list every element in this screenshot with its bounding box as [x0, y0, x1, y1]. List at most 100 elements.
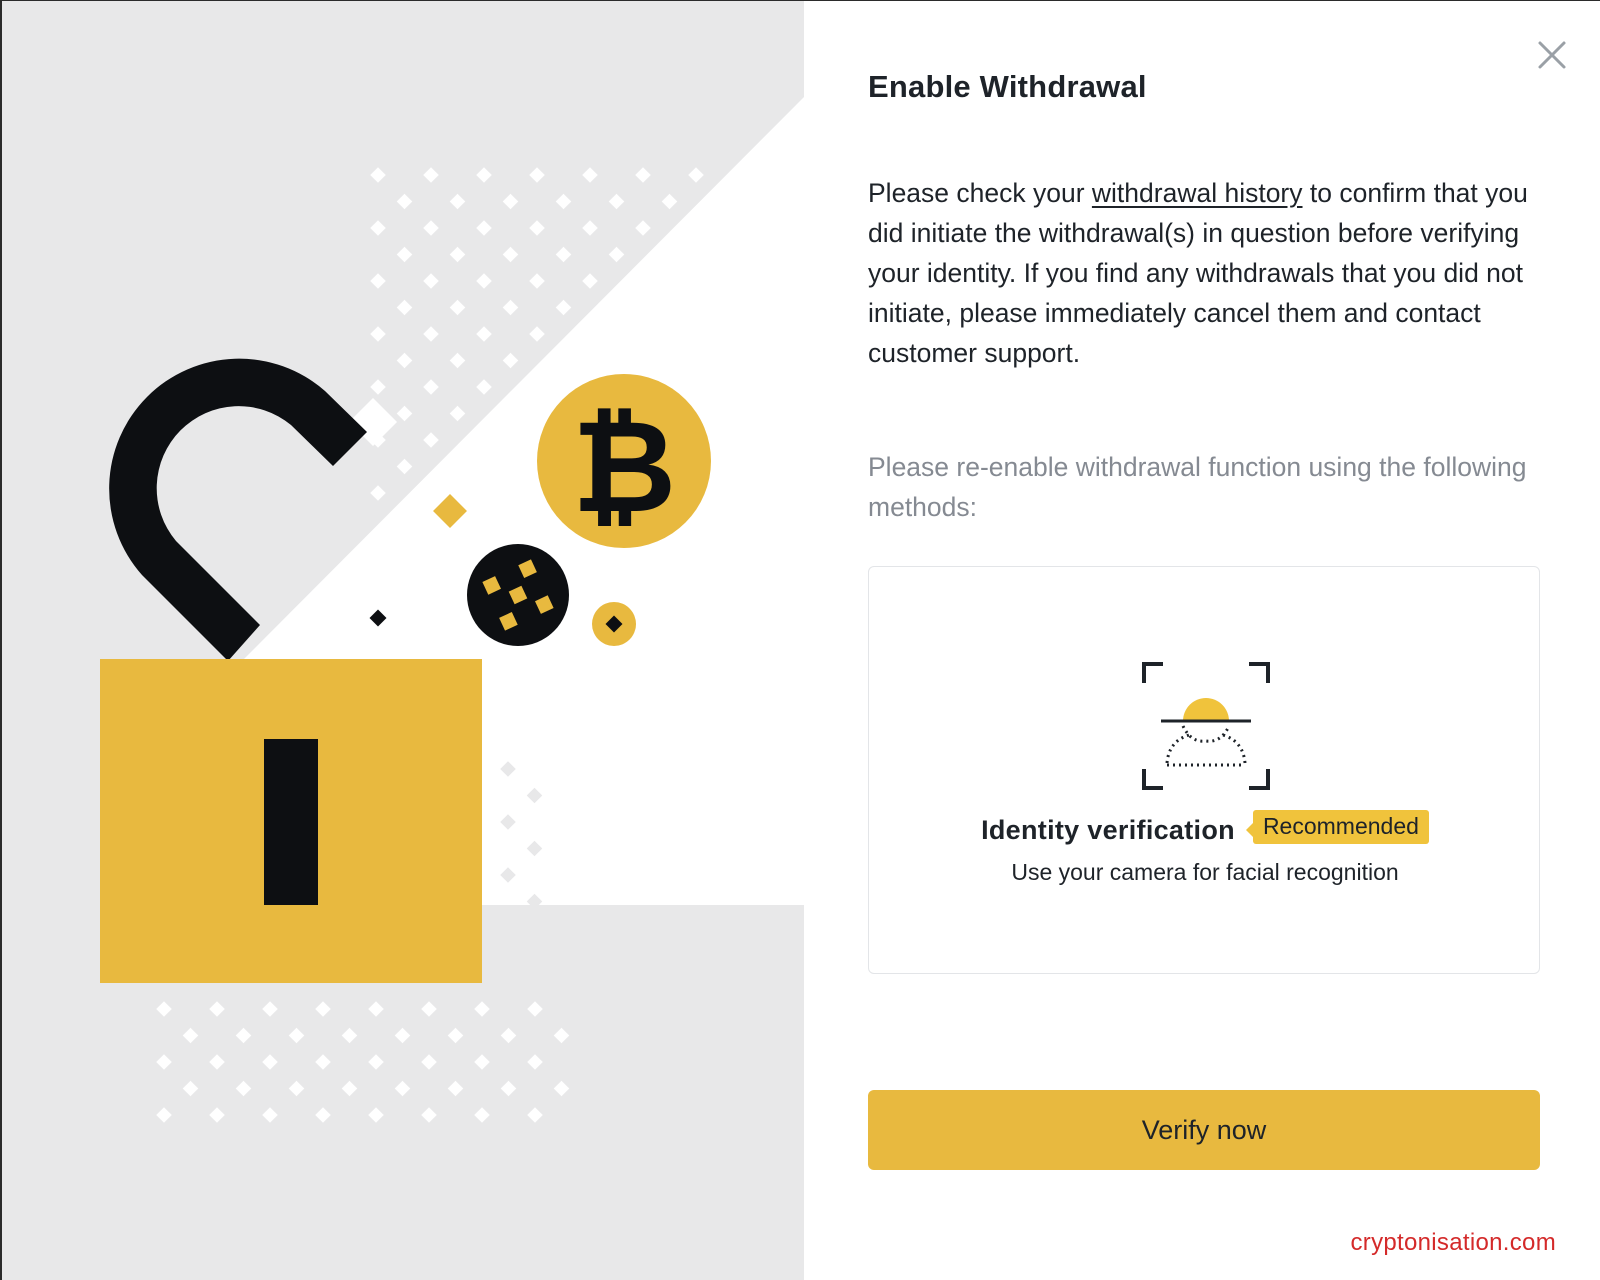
methods-intro: Please re-enable withdrawal function usi…	[868, 452, 1527, 522]
identity-verification-option[interactable]: Identity verification Recommended Use yo…	[868, 566, 1540, 974]
pattern-dot	[449, 246, 466, 263]
close-button[interactable]	[1532, 35, 1572, 75]
pattern-dot	[502, 246, 519, 263]
pattern-dot	[476, 220, 492, 236]
pattern-dot	[368, 1107, 384, 1123]
pattern-dot	[635, 220, 651, 236]
pattern-dot	[447, 1080, 464, 1097]
pattern-dot	[502, 352, 519, 369]
pattern-dot	[423, 220, 439, 236]
pattern-dot	[423, 379, 439, 395]
pattern-dot	[635, 167, 651, 183]
pattern-dot	[209, 1054, 225, 1070]
padlock-icon	[100, 659, 482, 983]
pattern-dot	[235, 1027, 252, 1044]
pattern-dot	[394, 1027, 411, 1044]
pattern-dot	[527, 1107, 543, 1123]
recommended-badge: Recommended	[1245, 809, 1429, 844]
pattern-dot	[500, 1080, 517, 1097]
pattern-dot	[370, 167, 386, 183]
notice-text-before: Please check your	[868, 178, 1092, 208]
pattern-dot	[396, 193, 413, 210]
pattern-dot	[476, 379, 492, 395]
pattern-dot	[449, 405, 466, 422]
pattern-dot	[476, 167, 492, 183]
pattern-dot	[582, 273, 598, 289]
pattern-dot	[474, 1054, 490, 1070]
withdrawal-history-link[interactable]: withdrawal history	[1092, 178, 1303, 208]
pattern-dot	[396, 246, 413, 263]
method-title: Identity verification	[981, 815, 1235, 845]
pattern-dot	[608, 193, 625, 210]
pattern-dot	[423, 326, 439, 342]
pattern-dot	[449, 193, 466, 210]
close-icon[interactable]	[1532, 35, 1572, 75]
modal-title: Enable Withdrawal	[868, 69, 1147, 104]
modal-content: Enable Withdrawal Please check your with…	[804, 1, 1600, 1280]
bitcoin-icon: ₿	[537, 374, 711, 548]
pattern-dot	[341, 1080, 358, 1097]
pattern-dot	[156, 1054, 172, 1070]
pattern-dot	[288, 1080, 305, 1097]
pattern-dot	[209, 1107, 225, 1123]
method-title-row: Identity verification Recommended	[869, 809, 1541, 846]
illustration-panel: ₿	[2, 1, 804, 1280]
pattern-dot	[555, 193, 572, 210]
pattern-dot	[396, 299, 413, 316]
pattern-dot	[529, 220, 545, 236]
pattern-dot	[235, 1080, 252, 1097]
pattern-dot	[553, 1027, 570, 1044]
pattern-dot	[262, 1107, 278, 1123]
pattern-dot	[209, 1001, 225, 1017]
pattern-dot	[315, 1054, 331, 1070]
pattern-dot	[370, 220, 386, 236]
pattern-dot	[288, 1027, 305, 1044]
pattern-dot	[262, 1054, 278, 1070]
pattern-dot	[527, 1001, 543, 1017]
pattern-dot	[449, 299, 466, 316]
pattern-dot	[396, 352, 413, 369]
pattern-dot	[608, 246, 625, 263]
pattern-dot	[555, 299, 572, 316]
pattern-dot	[555, 246, 572, 263]
pattern-dot	[156, 1001, 172, 1017]
pattern-dot	[688, 167, 704, 183]
pattern-dot	[582, 167, 598, 183]
pattern-dot	[423, 167, 439, 183]
pattern-dot	[421, 1001, 437, 1017]
pattern-dot	[423, 273, 439, 289]
pattern-dot	[315, 1001, 331, 1017]
verify-now-button[interactable]: Verify now	[868, 1090, 1540, 1170]
binance-icon	[467, 544, 569, 646]
pattern-dot	[447, 1027, 464, 1044]
pattern-dot	[368, 1001, 384, 1017]
pattern-dot	[156, 1107, 172, 1123]
pattern-dot	[502, 299, 519, 316]
watermark-text: cryptonisation.com	[1350, 1229, 1556, 1256]
svg-text:₿: ₿	[572, 393, 676, 542]
pattern-dot	[315, 1107, 331, 1123]
pattern-dot	[421, 1107, 437, 1123]
pattern-dot	[474, 1001, 490, 1017]
dot-pattern-bottom	[156, 1001, 570, 1123]
pattern-dot	[661, 193, 678, 210]
withdrawal-notice: Please check your withdrawal history to …	[868, 173, 1548, 373]
pattern-dot	[527, 1054, 543, 1070]
pattern-dot	[449, 352, 466, 369]
small-coin-icon	[592, 602, 636, 646]
pattern-dot	[476, 273, 492, 289]
pattern-dot	[423, 432, 439, 448]
pattern-dot	[341, 1027, 358, 1044]
pattern-dot	[529, 273, 545, 289]
pattern-dot	[182, 1080, 199, 1097]
pattern-dot	[474, 1107, 490, 1123]
pattern-dot	[368, 1054, 384, 1070]
pattern-dot	[370, 379, 386, 395]
pattern-dot	[370, 273, 386, 289]
pattern-dot	[476, 326, 492, 342]
pattern-dot	[502, 193, 519, 210]
pattern-dot	[370, 326, 386, 342]
enable-withdrawal-modal: ₿ Enable Withdrawal Please check your wi…	[0, 0, 1600, 1280]
pattern-dot	[529, 326, 545, 342]
pattern-dot	[182, 1027, 199, 1044]
